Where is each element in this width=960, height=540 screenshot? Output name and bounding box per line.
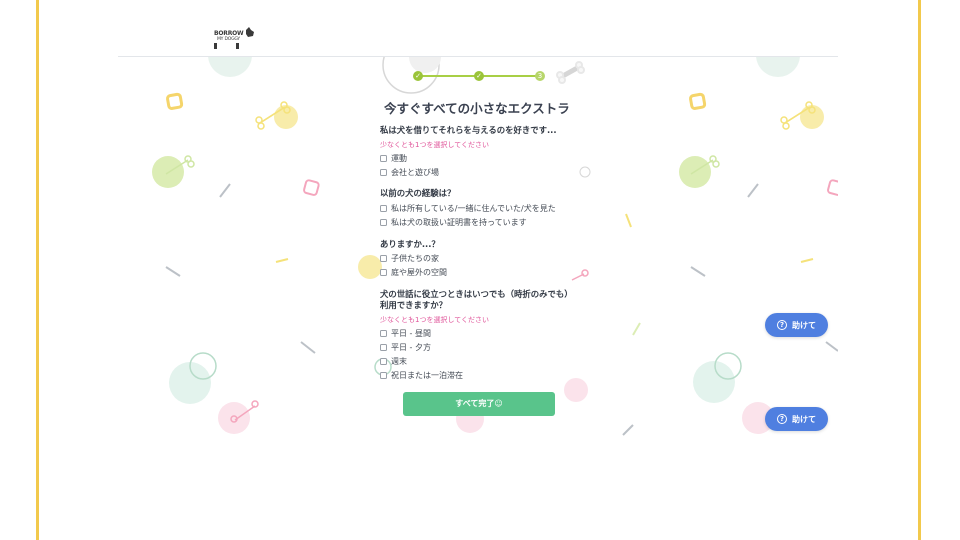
option-label: 会社と遊び場: [391, 167, 439, 177]
question-experience: 以前の犬の経験は？: [380, 188, 456, 198]
frame-border-right: [918, 0, 921, 540]
hint-select-one: 少なくとも1つを選択してください: [380, 316, 490, 324]
progress-stepper: ✓ ✓ 3: [410, 66, 546, 86]
question-dog-preference: 私は犬を借りてそれらを与えるのを好きです...: [380, 125, 557, 135]
checkbox[interactable]: [380, 268, 387, 276]
option-weekday-evening[interactable]: 平日 - 夕方: [380, 342, 431, 352]
step-2-complete-icon: ✓: [474, 71, 484, 81]
logo-text-line1: BORROW: [214, 30, 244, 37]
help-label: 助けて: [792, 320, 816, 330]
help-button[interactable]: ? 助けて: [765, 313, 828, 337]
option-owned-dog[interactable]: 私は所有している/一緒に住んでいた/犬を見た: [380, 203, 556, 213]
option-label: 平日 - 夕方: [391, 342, 431, 352]
option-holidays-overnight[interactable]: 祝日または一泊滞在: [380, 370, 463, 380]
hint-select-one: 少なくとも1つを選択してください: [380, 141, 490, 149]
option-label: 週末: [391, 356, 407, 366]
header: BORROW MY DOGGY: [118, 0, 838, 57]
help-icon: ?: [777, 414, 787, 424]
step-1-complete-icon: ✓: [413, 71, 423, 81]
option-label: 私は所有している/一緒に住んでいた/犬を見た: [391, 203, 556, 213]
checkbox[interactable]: [380, 154, 387, 162]
submit-button[interactable]: すべて完了☺: [403, 392, 555, 416]
checkbox[interactable]: [380, 218, 387, 226]
help-label: 助けて: [792, 414, 816, 424]
option-label: 運動: [391, 153, 407, 163]
checkbox[interactable]: [380, 343, 387, 351]
logo-text-line2: MY DOGGY: [217, 37, 240, 42]
checkbox[interactable]: [380, 357, 387, 365]
step-3-current-icon: 3: [535, 71, 545, 81]
option-label: 祝日または一泊滞在: [391, 370, 463, 380]
question-availability-line1: 犬の世話に役立つときはいつでも（時折のみでも）: [380, 289, 573, 299]
option-garden[interactable]: 庭や屋外の空間: [380, 267, 447, 277]
question-availability-line2: 利用できますか？: [380, 300, 447, 310]
option-certificate[interactable]: 私は犬の取扱い証明書を持っています: [380, 217, 527, 227]
checkbox[interactable]: [380, 168, 387, 176]
option-exercise[interactable]: 運動: [380, 153, 407, 163]
option-label: 子供たちの家: [391, 253, 439, 263]
page-title: 今すぐすべての小さなエクストラ: [384, 101, 570, 116]
option-label: 私は犬の取扱い証明書を持っています: [391, 217, 527, 227]
checkbox[interactable]: [380, 204, 387, 212]
checkbox[interactable]: [380, 329, 387, 337]
question-household: ありますか...？: [380, 239, 440, 249]
option-weekday-daytime[interactable]: 平日 - 昼間: [380, 328, 431, 338]
checkbox[interactable]: [380, 254, 387, 262]
checkbox[interactable]: [380, 371, 387, 379]
option-label: 平日 - 昼間: [391, 328, 431, 338]
help-icon: ?: [777, 320, 787, 330]
option-company-play[interactable]: 会社と遊び場: [380, 167, 439, 177]
option-weekend[interactable]: 週末: [380, 356, 407, 366]
brand-logo[interactable]: BORROW MY DOGGY: [210, 26, 256, 50]
option-children[interactable]: 子供たちの家: [380, 253, 439, 263]
frame-border-left: [36, 0, 39, 540]
option-label: 庭や屋外の空間: [391, 267, 447, 277]
help-button[interactable]: ? 助けて: [765, 407, 828, 431]
